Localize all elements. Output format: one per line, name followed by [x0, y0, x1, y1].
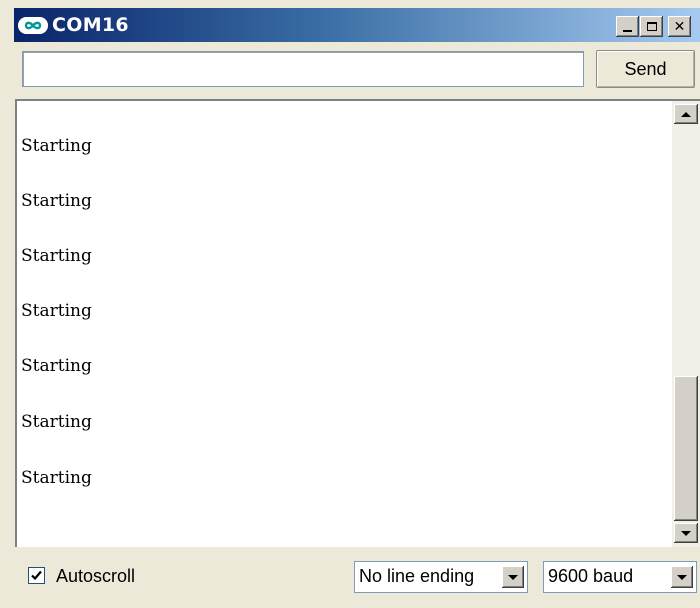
output-line: Starting [21, 412, 92, 432]
chevron-down-icon [677, 574, 687, 580]
line-ending-value: No line ending [359, 566, 475, 586]
output-line: Starting [21, 136, 92, 156]
output-line: Starting [21, 356, 92, 376]
serial-input-field[interactable] [22, 51, 584, 87]
close-icon: ✕ [673, 18, 686, 35]
scroll-up-arrow-icon [681, 111, 691, 117]
minimize-icon [623, 29, 632, 32]
maximize-button[interactable] [640, 16, 663, 37]
baud-rate-value: 9600 baud [548, 566, 634, 586]
arduino-infinity-icon [18, 17, 48, 34]
scroll-up-button[interactable] [674, 104, 698, 124]
baud-rate-select[interactable]: 9600 baud [543, 561, 697, 593]
checkmark-icon [31, 570, 42, 581]
close-button[interactable]: ✕ [668, 16, 691, 37]
output-line: Starting [21, 191, 92, 211]
title-bar[interactable]: COM16 ✕ [14, 8, 700, 42]
line-ending-dropdown-button[interactable] [502, 566, 524, 588]
output-line: Starting [21, 301, 92, 321]
autoscroll-label: Autoscroll [56, 566, 136, 586]
minimize-button[interactable] [616, 16, 639, 37]
maximize-icon [646, 22, 657, 31]
output-line: Starting [21, 246, 92, 266]
scroll-down-arrow-icon [681, 530, 691, 536]
output-line: Starting [21, 468, 92, 488]
serial-monitor-window: COM16 ✕ Send Starting Starting Starting … [0, 0, 700, 608]
autoscroll-checkbox[interactable] [28, 567, 45, 584]
window-title: COM16 [52, 14, 129, 36]
send-button[interactable]: Send [596, 50, 695, 88]
chevron-down-icon [508, 574, 518, 580]
vertical-scrollbar[interactable] [672, 101, 700, 547]
scrollbar-thumb[interactable] [674, 376, 698, 521]
baud-rate-dropdown-button[interactable] [671, 566, 693, 588]
scroll-down-button[interactable] [674, 523, 698, 543]
line-ending-select[interactable]: No line ending [354, 561, 528, 593]
serial-output-area[interactable]: Starting Starting Starting Starting Star… [15, 99, 700, 547]
